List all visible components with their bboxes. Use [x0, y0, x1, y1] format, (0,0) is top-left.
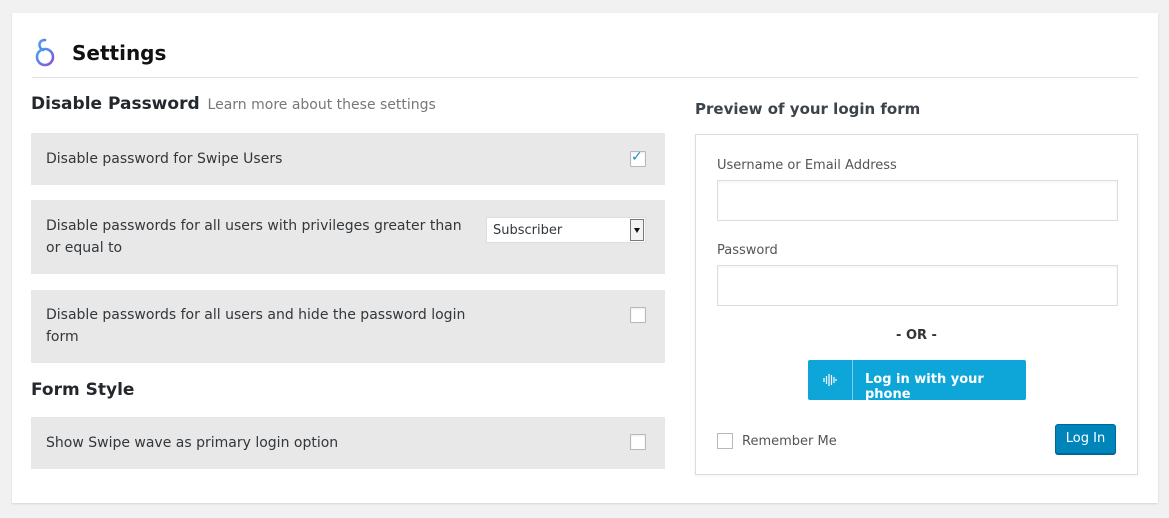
setting-row-privileges: Disable passwords for all users with pri…: [31, 200, 665, 274]
swipe-wave-checkbox[interactable]: [630, 434, 646, 450]
remember-me[interactable]: Remember Me: [717, 433, 837, 449]
or-divider: - OR -: [896, 328, 937, 343]
preview-title: Preview of your login form: [695, 100, 921, 118]
role-select[interactable]: Subscriber: [486, 217, 646, 243]
disable-password-heading: Disable Password Learn more about these …: [31, 94, 436, 114]
settings-card: Settings Disable Password Learn more abo…: [12, 13, 1158, 503]
setting-row-swipe-users: Disable password for Swipe Users ✓: [31, 133, 665, 185]
header-divider: [32, 77, 1138, 78]
chevron-down-icon[interactable]: [630, 219, 644, 241]
setting-label: Show Swipe wave as primary login option: [46, 435, 339, 451]
setting-label: Disable passwords for all users and hide…: [46, 307, 466, 345]
form-style-heading: Form Style: [31, 380, 135, 400]
checkmark-icon: ✓: [631, 149, 643, 165]
setting-row-hide-form: Disable passwords for all users and hide…: [31, 290, 665, 363]
username-input[interactable]: [717, 180, 1118, 221]
login-button[interactable]: Log In: [1055, 424, 1116, 454]
settings-header: Settings: [32, 33, 166, 73]
setting-row-swipe-wave: Show Swipe wave as primary login option: [31, 417, 665, 469]
swipe-users-checkbox[interactable]: ✓: [630, 149, 646, 167]
username-label: Username or Email Address: [717, 158, 897, 173]
setting-label: Disable password for Swipe Users: [46, 151, 283, 167]
hide-form-checkbox[interactable]: [630, 307, 646, 323]
disable-password-heading-text: Disable Password: [31, 94, 200, 114]
login-with-phone-button[interactable]: Log in with your phone: [808, 360, 1026, 402]
swipe-logo-icon: [35, 38, 55, 67]
login-with-phone-label: Log in with your phone: [865, 372, 984, 402]
remember-me-label: Remember Me: [742, 433, 837, 449]
role-select-value: Subscriber: [493, 223, 563, 238]
swipe-wave-icon: [808, 360, 853, 400]
login-form-preview: Username or Email Address Password - OR …: [695, 134, 1138, 475]
setting-label: Disable passwords for all users with pri…: [46, 218, 462, 256]
page-title: Settings: [72, 41, 167, 65]
password-label: Password: [717, 243, 778, 258]
remember-me-checkbox[interactable]: [717, 433, 733, 449]
learn-more-link[interactable]: Learn more about these settings: [208, 97, 436, 113]
password-input[interactable]: [717, 265, 1118, 306]
